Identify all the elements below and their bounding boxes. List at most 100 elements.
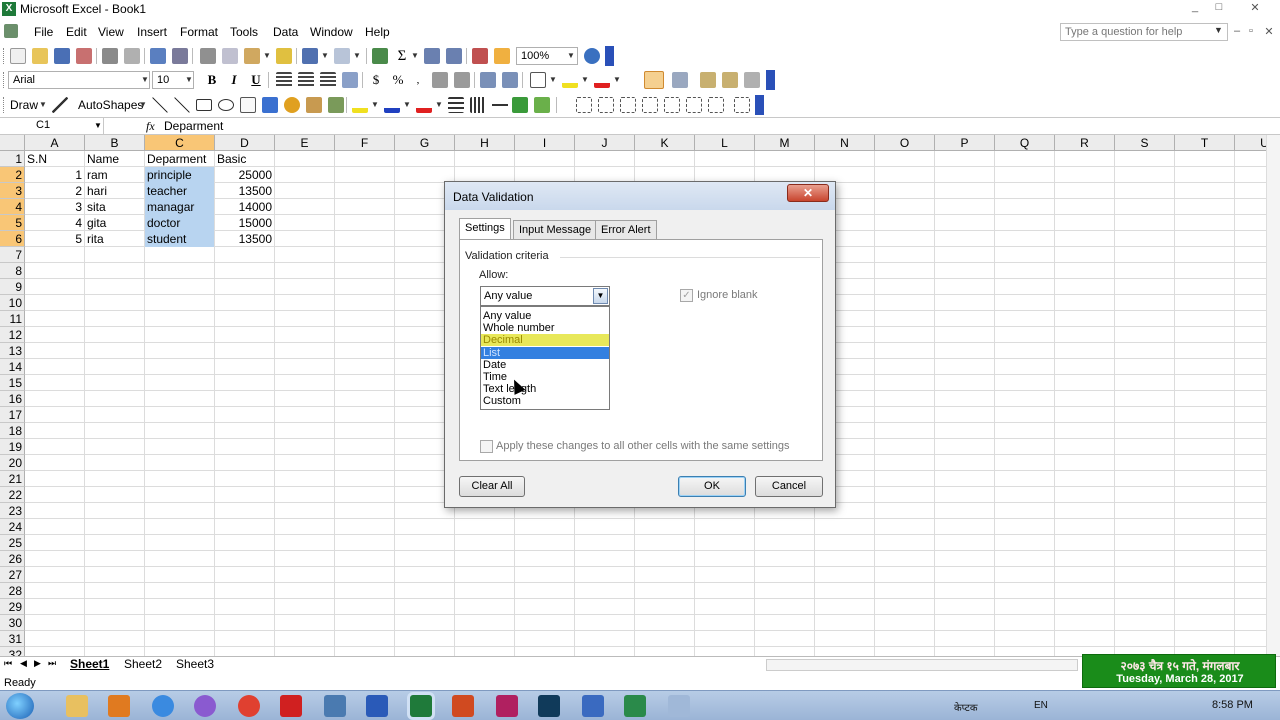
row-header-20[interactable]: 20 [0, 455, 25, 471]
row-header-26[interactable]: 26 [0, 551, 25, 567]
arrow-icon[interactable] [174, 97, 190, 113]
oval-icon[interactable] [218, 99, 234, 111]
maximize-button[interactable]: □ [1208, 1, 1230, 13]
allow-dropdown-icon[interactable]: ▼ [593, 288, 608, 304]
help-icon[interactable] [584, 48, 600, 64]
allow-option-date[interactable]: Date [481, 359, 609, 371]
spelling-icon[interactable] [150, 48, 166, 64]
word-icon[interactable] [366, 695, 388, 717]
cell-b4[interactable]: sita [85, 199, 144, 215]
row-header-27[interactable]: 27 [0, 567, 25, 583]
dialog-titlebar[interactable]: Data Validation ✕ [445, 182, 835, 210]
bold-button[interactable]: B [204, 72, 220, 88]
column-header-t[interactable]: T [1175, 135, 1235, 151]
column-header-k[interactable]: K [635, 135, 695, 151]
help-search-input[interactable]: Type a question for help [1060, 23, 1228, 41]
column-header-e[interactable]: E [275, 135, 335, 151]
picture-icon[interactable] [328, 97, 344, 113]
increase-indent-icon[interactable] [502, 72, 518, 88]
row-header-30[interactable]: 30 [0, 615, 25, 631]
app-icon[interactable] [496, 695, 518, 717]
powerpoint-icon[interactable] [452, 695, 474, 717]
vertical-scrollbar[interactable] [1266, 135, 1280, 656]
line-color-dropdown-icon[interactable]: ▼ [402, 97, 412, 113]
ignore-blank-checkbox[interactable]: ✓ [680, 289, 693, 302]
name-box-dropdown-icon[interactable]: ▼ [94, 121, 102, 130]
formula-input[interactable]: Deparment [164, 119, 223, 133]
tool-icon[interactable] [620, 97, 636, 113]
column-header-c[interactable]: C [145, 135, 215, 151]
cell-d5[interactable]: 15000 [215, 215, 274, 231]
menu-data[interactable]: Data [273, 25, 298, 39]
dialog-close-button[interactable]: ✕ [787, 184, 829, 202]
cancel-button[interactable]: Cancel [755, 476, 823, 497]
row-header-22[interactable]: 22 [0, 487, 25, 503]
menu-file[interactable]: File [34, 25, 53, 39]
menu-view[interactable]: View [98, 25, 124, 39]
column-header-g[interactable]: G [395, 135, 455, 151]
help-dropdown-icon[interactable]: ▼ [1214, 25, 1223, 35]
menu-help[interactable]: Help [365, 25, 390, 39]
autoshapes-menu-button[interactable]: AutoShapes [78, 98, 143, 112]
allow-option-custom[interactable]: Custom [481, 395, 609, 407]
sort-asc-icon[interactable] [424, 48, 440, 64]
column-header-i[interactable]: I [515, 135, 575, 151]
cell-b6[interactable]: rita [85, 231, 144, 247]
dash-style-icon[interactable] [470, 97, 486, 113]
hyperlink-icon[interactable] [372, 48, 388, 64]
next-sheet-icon[interactable]: ▶ [34, 658, 41, 669]
column-header-o[interactable]: O [875, 135, 935, 151]
row-header-25[interactable]: 25 [0, 535, 25, 551]
research-icon[interactable] [172, 48, 188, 64]
column-header-l[interactable]: L [695, 135, 755, 151]
allow-option-time[interactable]: Time [481, 371, 609, 383]
word-doc-icon[interactable] [582, 695, 604, 717]
cell-a3[interactable]: 2 [25, 183, 84, 199]
row-header-11[interactable]: 11 [0, 311, 25, 327]
line-icon[interactable] [152, 97, 168, 113]
row-header-2[interactable]: 2 [0, 167, 25, 183]
draw-dropdown-icon[interactable]: ▼ [38, 97, 48, 113]
clock[interactable]: 8:58 PM [1212, 699, 1253, 711]
tool-icon[interactable] [672, 72, 688, 88]
column-header-f[interactable]: F [335, 135, 395, 151]
underline-button[interactable]: U [248, 72, 264, 88]
cut-icon[interactable] [200, 48, 216, 64]
line-color-icon[interactable] [384, 97, 400, 113]
paste-dropdown-icon[interactable]: ▼ [262, 48, 272, 64]
format-painter-icon[interactable] [276, 48, 292, 64]
cell-b2[interactable]: ram [85, 167, 144, 183]
last-sheet-icon[interactable]: ⏭ [48, 658, 56, 669]
allow-select[interactable]: Any value ▼ [480, 286, 610, 306]
print-preview-icon[interactable] [124, 48, 140, 64]
cell-a6[interactable]: 5 [25, 231, 84, 247]
merge-center-icon[interactable] [342, 72, 358, 88]
viber-icon[interactable] [194, 695, 216, 717]
cell-c5[interactable]: doctor [145, 215, 214, 231]
borders-icon[interactable] [530, 72, 546, 88]
column-header-b[interactable]: B [85, 135, 145, 151]
cell-b1[interactable]: Name [85, 151, 144, 167]
column-header-u[interactable]: U [1235, 135, 1266, 151]
row-header-29[interactable]: 29 [0, 599, 25, 615]
column-header-d[interactable]: D [215, 135, 275, 151]
toolbar-options-icon[interactable] [766, 70, 775, 90]
autoshapes-dropdown-icon[interactable]: ▼ [138, 97, 148, 113]
menu-tools[interactable]: Tools [230, 25, 258, 39]
wordart-icon[interactable] [262, 97, 278, 113]
tool-icon[interactable] [734, 97, 750, 113]
ok-button[interactable]: OK [678, 476, 746, 497]
redo-dropdown-icon[interactable]: ▼ [352, 48, 362, 64]
paste-icon[interactable] [244, 48, 260, 64]
diagram-icon[interactable] [284, 97, 300, 113]
row-header-14[interactable]: 14 [0, 359, 25, 375]
borders-dropdown-icon[interactable]: ▼ [548, 72, 558, 88]
copy-icon[interactable] [222, 48, 238, 64]
start-button[interactable] [6, 693, 34, 719]
cell-b5[interactable]: gita [85, 215, 144, 231]
fill-color-dropdown-icon[interactable]: ▼ [580, 72, 590, 88]
horizontal-scrollbar[interactable] [766, 659, 1078, 671]
toolbar-grip[interactable] [3, 97, 6, 113]
tool-icon[interactable] [744, 72, 760, 88]
cell-b3[interactable]: hari [85, 183, 144, 199]
